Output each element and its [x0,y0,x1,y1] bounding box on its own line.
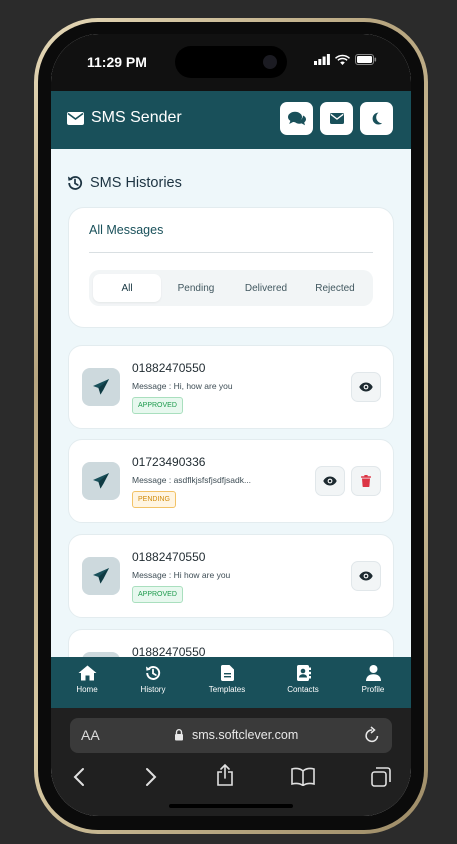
nav-item-history[interactable]: History [123,665,183,694]
message-text: Message : asdflkjsfsfjsdfjsadk... [132,475,252,485]
contacts-icon [296,665,311,681]
eye-icon [359,571,373,581]
view-button[interactable] [351,561,381,591]
message-text: Message : Hi how are you [132,570,231,580]
theme-toggle-button[interactable] [360,102,393,135]
message-card[interactable]: 01882470550 Message : Hi how are you APP… [68,534,394,618]
message-text: Message : Hi, how are you [132,381,233,391]
tab-all[interactable]: All [93,274,161,302]
nav-item-profile[interactable]: Profile [343,665,403,694]
history-icon [146,666,161,680]
lock-icon [175,729,183,741]
bottom-nav: Home History Templates Contacts Profile [51,657,411,708]
mail-button[interactable] [320,102,353,135]
app-title: SMS Sender [91,109,182,126]
home-indicator [169,804,293,808]
nav-label: Home [76,685,98,694]
section-title: SMS Histories [90,175,182,191]
trash-icon [361,475,371,487]
nav-label: Profile [361,685,385,694]
status-badge: APPROVED [132,397,183,414]
status-time: 11:29 PM [87,54,147,70]
address-bar[interactable]: AA sms.softclever.com [70,718,392,753]
tab-pending[interactable]: Pending [163,274,229,302]
tab-delivered[interactable]: Delivered [231,274,301,302]
eye-icon [359,382,373,392]
chat-button[interactable] [280,102,313,135]
back-icon[interactable] [73,767,85,787]
user-icon [365,665,381,681]
message-card[interactable]: 01723490336 Message : asdflkjsfsfjsdfjsa… [68,439,394,523]
tabs-icon[interactable] [371,767,391,787]
send-icon-box [82,557,120,595]
home-icon [78,665,96,681]
tab-rejected[interactable]: Rejected [301,274,369,302]
status-badge: APPROVED [132,586,183,603]
status-icons [314,54,377,65]
app-header: SMS Sender [51,91,411,149]
section-heading: SMS Histories [67,175,182,191]
nav-label: History [140,685,166,694]
chat-icon [287,111,306,126]
message-number: 01723490336 [132,455,206,469]
signal-icon [314,54,330,65]
card-title: All Messages [89,223,164,237]
eye-icon [323,476,337,486]
phone-screen: 11:29 PM SMS Sender SMS Histories All Me… [51,34,411,816]
share-icon[interactable] [216,764,234,786]
battery-icon [355,54,377,65]
nav-item-templates[interactable]: Templates [197,665,257,694]
paper-plane-icon [93,568,109,584]
status-badge: PENDING [132,491,176,508]
app-brand: SMS Sender [67,109,182,127]
paper-plane-icon [93,379,109,395]
url-text: sms.softclever.com [192,728,299,742]
send-icon-box [82,462,120,500]
main-content: SMS Histories All Messages All Pending D… [51,149,411,657]
view-button[interactable] [315,466,345,496]
history-icon [68,176,83,190]
message-number: 01882470550 [132,645,206,657]
status-tabs: All Pending Delivered Rejected [89,270,373,306]
browser-toolbar: AA sms.softclever.com [51,708,411,816]
envelope-icon [329,113,344,124]
reload-icon[interactable] [364,726,380,744]
nav-item-home[interactable]: Home [57,665,117,694]
bookmarks-icon[interactable] [291,767,315,786]
text-size-button[interactable]: AA [81,727,100,743]
message-number: 01882470550 [132,361,206,375]
view-button[interactable] [351,372,381,402]
forward-icon[interactable] [145,767,157,787]
filter-card: All Messages All Pending Delivered Rejec… [68,207,394,328]
paper-plane-icon [93,473,109,489]
divider [89,252,373,253]
wifi-icon [335,54,350,65]
nav-label: Contacts [287,685,319,694]
nav-label: Templates [208,685,246,694]
send-icon-box [82,368,120,406]
envelope-icon [67,111,84,125]
status-bar: 11:29 PM [51,34,411,91]
delete-button[interactable] [351,466,381,496]
nav-item-contacts[interactable]: Contacts [273,665,333,694]
message-card[interactable]: 01882470550 Message : Hi, how are you AP… [68,345,394,429]
dynamic-island [175,46,287,78]
file-icon [220,665,234,681]
message-card[interactable]: 01882470550 [68,629,394,657]
moon-icon [372,112,383,125]
message-number: 01882470550 [132,550,206,564]
